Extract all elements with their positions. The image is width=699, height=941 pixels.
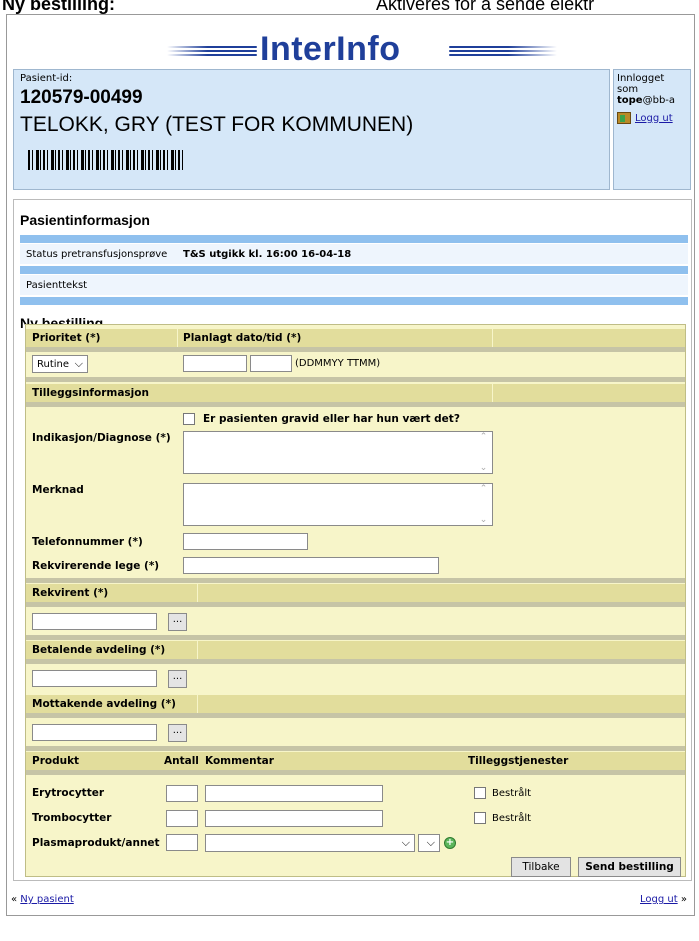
paying-dept-input[interactable] xyxy=(32,670,157,687)
logout-top-link[interactable]: Logg ut xyxy=(617,112,673,124)
interinfo-logo: InterInfo xyxy=(7,19,694,75)
logo-lines-right xyxy=(449,46,557,60)
caption-note: Aktiveres for å sende elektr xyxy=(376,0,595,14)
order-form: Prioritet (*) Planlagt dato/tid (*) Ruti… xyxy=(25,324,686,877)
receiving-dept-header: Mottakende avdeling (*) xyxy=(32,698,176,710)
phone-input[interactable] xyxy=(183,533,308,550)
remark-textarea[interactable]: ⌃ ⌄ xyxy=(183,483,493,526)
separator-bar xyxy=(20,297,688,305)
planned-header: Planlagt dato/tid (*) xyxy=(183,332,302,344)
extra-info-header: Tilleggsinformasjon xyxy=(32,387,149,399)
quantity-input[interactable] xyxy=(166,785,198,802)
patient-info-title: Pasientinformasjon xyxy=(20,212,150,228)
comment-input[interactable] xyxy=(205,810,383,827)
requester-header-row: Rekvirent (*) xyxy=(26,584,685,602)
quantity-header: Antall xyxy=(164,755,199,767)
irradiated-label: Bestrålt xyxy=(492,788,532,799)
status-value: T&S utgikk kl. 16:00 16-04-18 xyxy=(183,248,352,260)
new-patient-link[interactable]: Ny pasient xyxy=(20,894,73,905)
patient-text-label: Pasienttekst xyxy=(26,279,88,291)
patient-id: 120579-00499 xyxy=(20,87,143,108)
date-format-hint: (DDMMYY TTMM) xyxy=(295,358,381,369)
plasma-product-select[interactable]: ⌵ xyxy=(205,834,415,852)
paying-dept-browse-button[interactable]: ... xyxy=(168,670,187,688)
irradiated-label: Bestrålt xyxy=(492,813,532,824)
patient-id-label: Pasient-id: xyxy=(20,73,73,84)
requesting-doctor-input[interactable] xyxy=(183,557,439,574)
product-name: Trombocytter xyxy=(32,812,112,824)
paying-dept-header: Betalende avdeling (*) xyxy=(32,644,166,656)
separator-bar xyxy=(20,235,688,243)
requester-header: Rekvirent (*) xyxy=(32,587,109,599)
logged-in-user: tope@bb-a xyxy=(617,95,676,106)
irradiated-checkbox[interactable] xyxy=(474,812,486,824)
login-box: Innlogget som tope@bb-a Logg ut xyxy=(613,69,691,190)
irradiated-checkbox[interactable] xyxy=(474,787,486,799)
phone-label: Telefonnummer (*) xyxy=(32,536,143,548)
planned-date-input[interactable] xyxy=(183,355,247,372)
product-header: Produkt xyxy=(32,755,80,767)
comment-header: Kommentar xyxy=(205,755,274,767)
comment-input[interactable] xyxy=(205,785,383,802)
extra-info-header-row: Tilleggsinformasjon xyxy=(26,384,685,402)
requester-browse-button[interactable]: ... xyxy=(168,613,187,631)
chevron-down-icon: ⌵ xyxy=(426,836,435,849)
chevron-down-icon: ⌵ xyxy=(74,357,83,370)
receiving-dept-header-row: Mottakende avdeling (*) xyxy=(26,695,685,713)
requester-input[interactable] xyxy=(32,613,157,630)
add-product-icon[interactable]: + xyxy=(444,837,456,849)
send-order-button[interactable]: Send bestilling xyxy=(578,857,681,877)
paying-dept-header-row: Betalende avdeling (*) xyxy=(26,641,685,659)
indication-textarea[interactable]: ⌃ ⌄ xyxy=(183,431,493,474)
app-window: InterInfo Pasient-id: 120579-00499 TELOK… xyxy=(6,14,695,916)
receiving-dept-browse-button[interactable]: ... xyxy=(168,724,187,742)
priority-select[interactable]: Rutine ⌵ xyxy=(32,355,88,373)
logged-in-label: Innlogget som xyxy=(617,73,665,95)
logout-bottom-link-row: Logg ut » xyxy=(640,894,687,905)
logo-text: InterInfo xyxy=(260,30,401,68)
patient-name: TELOKK, GRY (TEST FOR KOMMUNEN) xyxy=(20,113,414,136)
product-header-row: Produkt Antall Kommentar Tilleggstjenest… xyxy=(26,752,685,770)
quantity-input[interactable] xyxy=(166,810,198,827)
status-label: Status pretransfusjonsprøve xyxy=(26,248,168,260)
chevron-down-icon: ⌵ xyxy=(401,836,410,849)
logout-door-icon xyxy=(617,112,631,124)
priority-header-row: Prioritet (*) Planlagt dato/tid (*) xyxy=(26,329,685,347)
extra-services-header: Tilleggstjenester xyxy=(468,755,569,767)
pregnant-checkbox[interactable] xyxy=(183,413,195,425)
patient-barcode xyxy=(28,150,184,170)
receiving-dept-input[interactable] xyxy=(32,724,157,741)
logout-bottom-link[interactable]: Logg ut xyxy=(640,894,678,905)
new-patient-link-row: « Ny pasient xyxy=(11,894,74,905)
product-name: Plasmaprodukt/annet xyxy=(32,837,160,849)
priority-value: Rutine xyxy=(37,358,70,370)
requesting-doctor-label: Rekvirerende lege (*) xyxy=(32,560,160,572)
separator-bar xyxy=(20,266,688,274)
patient-header: Pasient-id: 120579-00499 TELOKK, GRY (TE… xyxy=(13,69,610,190)
indication-label: Indikasjon/Diagnose (*) xyxy=(32,432,171,444)
caption-title: Ny bestilling: xyxy=(2,0,116,14)
priority-header: Prioritet (*) xyxy=(32,332,101,344)
quantity-input[interactable] xyxy=(166,834,198,851)
status-row: Status pretransfusjonsprøve T&S utgikk k… xyxy=(20,244,688,264)
textarea-scrollbar[interactable]: ⌃ ⌄ xyxy=(475,432,492,473)
remark-label: Merknad xyxy=(32,484,84,496)
back-button[interactable]: Tilbake xyxy=(511,857,571,877)
logout-top-label[interactable]: Logg ut xyxy=(635,113,673,124)
textarea-scrollbar[interactable]: ⌃ ⌄ xyxy=(475,484,492,525)
plasma-variant-select[interactable]: ⌵ xyxy=(418,834,440,852)
logo-lines-left xyxy=(167,46,257,60)
patient-text-row: Pasienttekst xyxy=(20,275,688,295)
product-name: Erytrocytter xyxy=(32,787,105,799)
planned-time-input[interactable] xyxy=(250,355,292,372)
pregnant-label: Er pasienten gravid eller har hun vært d… xyxy=(203,413,460,425)
